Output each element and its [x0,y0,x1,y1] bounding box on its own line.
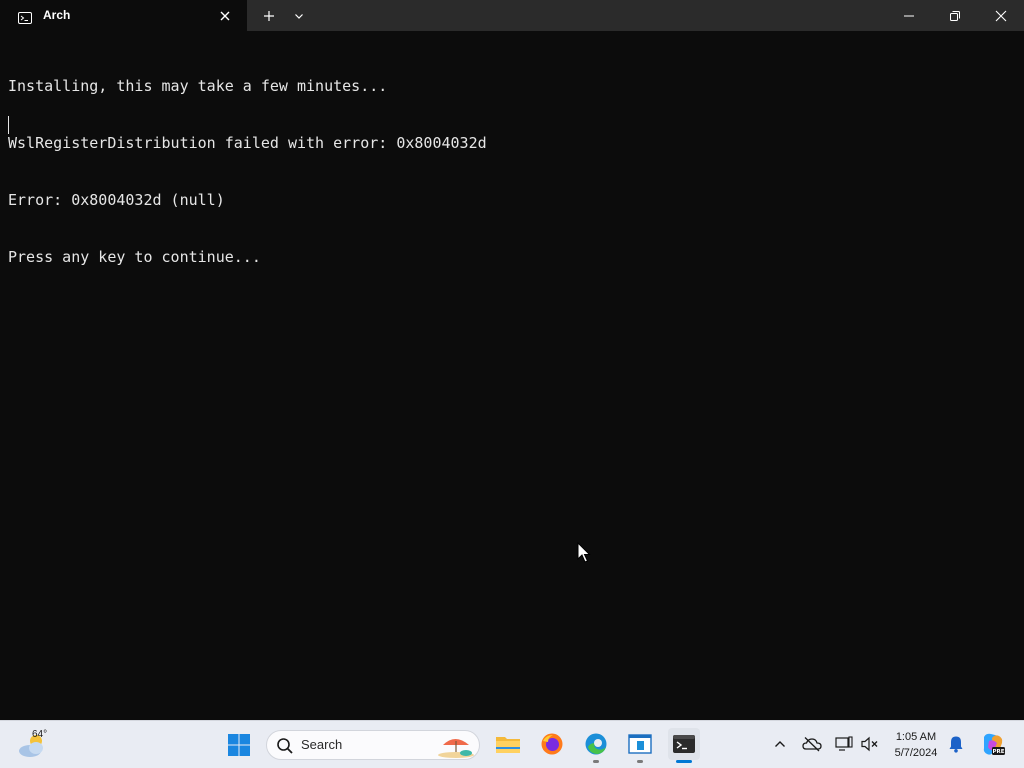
notification-bell-icon[interactable] [946,734,966,754]
running-indicator [593,760,599,763]
copilot-icon[interactable]: PRE [980,731,1006,757]
chevron-down-icon[interactable] [289,6,309,26]
terminal-tab-icon [18,9,32,24]
title-bar: Arch [0,0,1024,31]
terminal-icon[interactable] [668,728,700,760]
terminal-line: Installing, this may take a few minutes.… [8,77,388,95]
running-indicator [637,760,643,763]
close-button[interactable] [978,0,1024,31]
search-input[interactable]: Search [266,730,480,760]
terminal-line: Error: 0x8004032d (null) [8,191,225,209]
search-placeholder: Search [301,737,343,752]
start-icon[interactable] [223,729,255,761]
sound-muted-icon[interactable] [860,734,880,754]
search-highlight-icon [435,733,477,759]
active-indicator [676,760,692,763]
app-window-icon[interactable] [624,728,656,760]
clock-time: 1:05 AM [895,731,937,743]
tab-arch[interactable]: Arch [0,0,247,31]
restore-button[interactable] [932,0,978,31]
terminal-line: WslRegisterDistribution failed with erro… [8,134,487,152]
mouse-pointer-icon [577,541,591,564]
svg-text:PRE: PRE [992,749,1004,755]
terminal-text: Installing, this may take a few minutes.… [8,39,487,305]
close-tab-icon[interactable] [215,6,235,26]
edge-icon[interactable] [580,728,612,760]
clock[interactable]: 1:05 AM 5/7/2024 [884,729,948,761]
firefox-icon[interactable] [536,728,568,760]
terminal-line: Press any key to continue... [8,248,261,266]
network-icon[interactable] [834,734,854,754]
chevron-up-icon[interactable] [770,734,790,754]
file-explorer-icon[interactable] [492,728,524,760]
minimize-button[interactable] [886,0,932,31]
new-tab-icon[interactable] [259,6,279,26]
clock-date: 5/7/2024 [894,747,938,759]
onedrive-off-icon[interactable] [802,734,822,754]
text-cursor [8,116,9,134]
search-icon [276,737,294,755]
terminal-output[interactable]: Installing, this may take a few minutes.… [0,31,1024,720]
tab-title: Arch [43,8,71,22]
weather-temperature: 64° [32,729,48,740]
